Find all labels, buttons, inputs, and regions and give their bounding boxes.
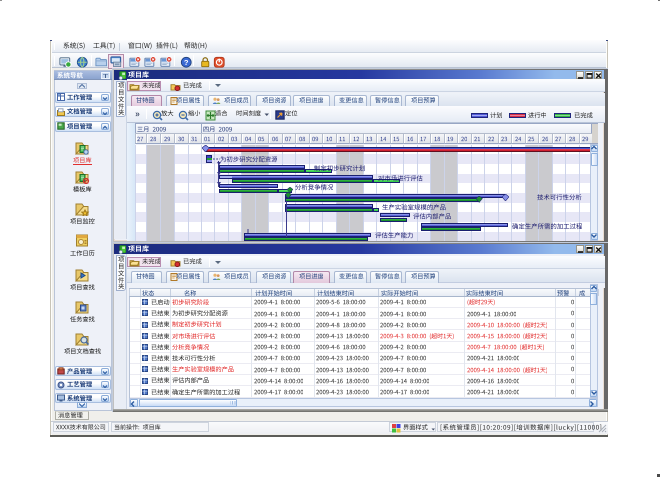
- svg-text:?: ?: [184, 57, 189, 66]
